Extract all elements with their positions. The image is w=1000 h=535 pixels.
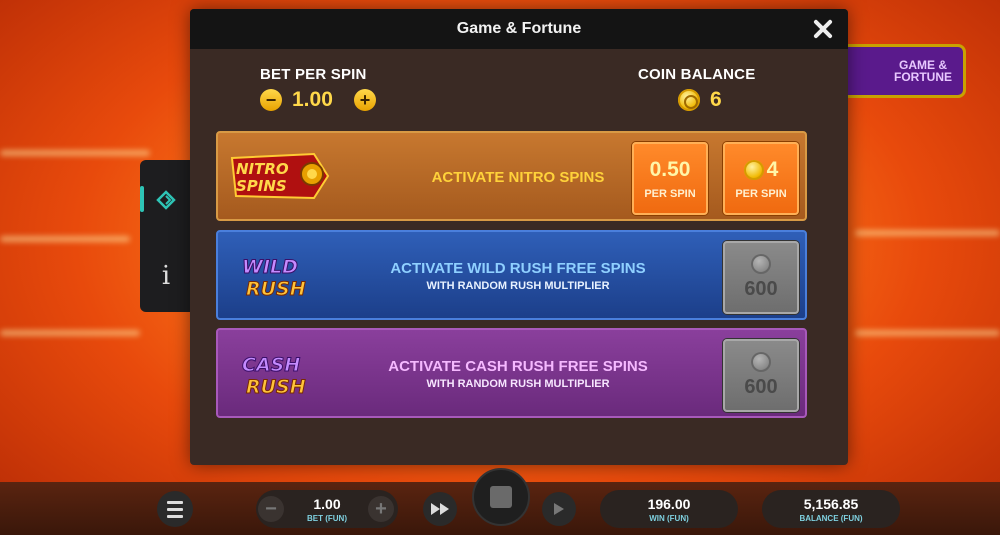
wild-rush-logo: WILD RUSH bbox=[228, 247, 333, 303]
bet-label: BET (FUN) bbox=[307, 513, 347, 523]
background-light-streak bbox=[0, 150, 150, 156]
background-light-streak bbox=[0, 330, 140, 336]
autoplay-button[interactable] bbox=[542, 492, 576, 526]
feature-row-cash-rush: CASH RUSH ACTIVATE CASH RUSH FREE SPINS … bbox=[216, 328, 807, 418]
wild-rush-buy-coins-button[interactable]: 600 bbox=[723, 241, 799, 314]
balance-label: BALANCE (FUN) bbox=[799, 513, 863, 523]
price-value: 600 bbox=[744, 376, 778, 398]
close-icon[interactable] bbox=[810, 16, 836, 42]
background-light-streak bbox=[0, 236, 130, 242]
bet-decrease-button[interactable]: − bbox=[258, 496, 284, 522]
price-unit: PER SPIN bbox=[735, 187, 787, 200]
bet-increase-button[interactable]: + bbox=[354, 89, 376, 111]
bet-decrease-button[interactable]: − bbox=[260, 89, 282, 111]
coin-icon bbox=[678, 89, 700, 111]
stop-icon bbox=[490, 486, 512, 508]
win-value: 196.00 bbox=[647, 495, 691, 512]
game-fortune-button-label: GAME & FORTUNE bbox=[894, 58, 952, 84]
tab-game-fortune[interactable] bbox=[140, 170, 192, 230]
cash-rush-title: ACTIVATE CASH RUSH FREE SPINS bbox=[388, 358, 648, 375]
coin-balance-label: COIN BALANCE bbox=[638, 66, 756, 83]
wild-rush-title: ACTIVATE WILD RUSH FREE SPINS bbox=[390, 260, 646, 277]
bet-per-spin-value: 1.00 bbox=[292, 88, 333, 111]
diamond-icon bbox=[156, 190, 176, 210]
minus-icon: − bbox=[265, 497, 277, 520]
tab-info[interactable]: i bbox=[140, 246, 192, 306]
hamburger-icon bbox=[167, 500, 183, 504]
spin-button[interactable] bbox=[472, 468, 530, 526]
info-icon: i bbox=[161, 261, 171, 291]
coin-balance-value: 6 bbox=[710, 88, 722, 111]
balance-display: 5,156.85 BALANCE (FUN) bbox=[762, 490, 900, 528]
nitro-spins-buy-cash-button[interactable]: 0.50 PER SPIN bbox=[632, 142, 708, 215]
fast-forward-icon bbox=[431, 503, 449, 515]
bet-value: 1.00 bbox=[313, 495, 341, 512]
price-value: 600 bbox=[744, 278, 778, 300]
logo-text-line-1: WILD bbox=[242, 256, 298, 278]
turbo-button[interactable] bbox=[423, 492, 457, 526]
logo-text-line-2: RUSH bbox=[246, 278, 306, 300]
logo-text-line-2: RUSH bbox=[246, 376, 306, 398]
bet-per-spin-label: BET PER SPIN bbox=[260, 66, 367, 83]
cash-rush-subtitle: WITH RANDOM RUSH MULTIPLIER bbox=[426, 378, 610, 390]
game-fortune-modal: Game & Fortune BET PER SPIN − 1.00 + COI… bbox=[190, 9, 848, 465]
background-light-streak bbox=[855, 230, 1000, 236]
win-display: 196.00 WIN (FUN) bbox=[600, 490, 738, 528]
nitro-spins-buy-coins-button[interactable]: 4 PER SPIN bbox=[723, 142, 799, 215]
modal-title: Game & Fortune bbox=[456, 20, 582, 37]
nitro-spins-logo: NITRO SPINS bbox=[228, 148, 333, 204]
cash-rush-logo: CASH RUSH bbox=[228, 345, 333, 401]
price-unit: PER SPIN bbox=[644, 187, 696, 200]
feature-row-nitro-spins: NITRO SPINS ACTIVATE NITRO SPINS 0.50 PE… bbox=[216, 131, 807, 221]
modal-header: Game & Fortune bbox=[190, 9, 848, 49]
coin-icon bbox=[751, 352, 771, 372]
bet-increase-button[interactable]: + bbox=[368, 496, 394, 522]
win-label: WIN (FUN) bbox=[649, 513, 689, 523]
menu-button[interactable] bbox=[157, 491, 193, 527]
wild-rush-subtitle: WITH RANDOM RUSH MULTIPLIER bbox=[426, 280, 610, 292]
plus-icon: + bbox=[359, 90, 371, 110]
cash-rush-buy-coins-button[interactable]: 600 bbox=[723, 339, 799, 412]
logo-text-line-2: SPINS bbox=[236, 177, 287, 195]
background-light-streak bbox=[855, 330, 1000, 336]
price-value: 0.50 bbox=[649, 157, 691, 181]
logo-text-line-1: CASH bbox=[242, 354, 300, 376]
logo-text-line-1: NITRO bbox=[236, 160, 289, 178]
minus-icon: − bbox=[265, 90, 277, 110]
plus-icon: + bbox=[375, 497, 387, 520]
coin-icon bbox=[751, 254, 771, 274]
price-value: 4 bbox=[766, 157, 779, 181]
play-icon bbox=[554, 503, 564, 515]
side-tab-panel: i bbox=[140, 160, 192, 312]
coin-icon bbox=[743, 159, 764, 180]
balance-value: 5,156.85 bbox=[803, 495, 859, 512]
feature-row-wild-rush: WILD RUSH ACTIVATE WILD RUSH FREE SPINS … bbox=[216, 230, 807, 320]
